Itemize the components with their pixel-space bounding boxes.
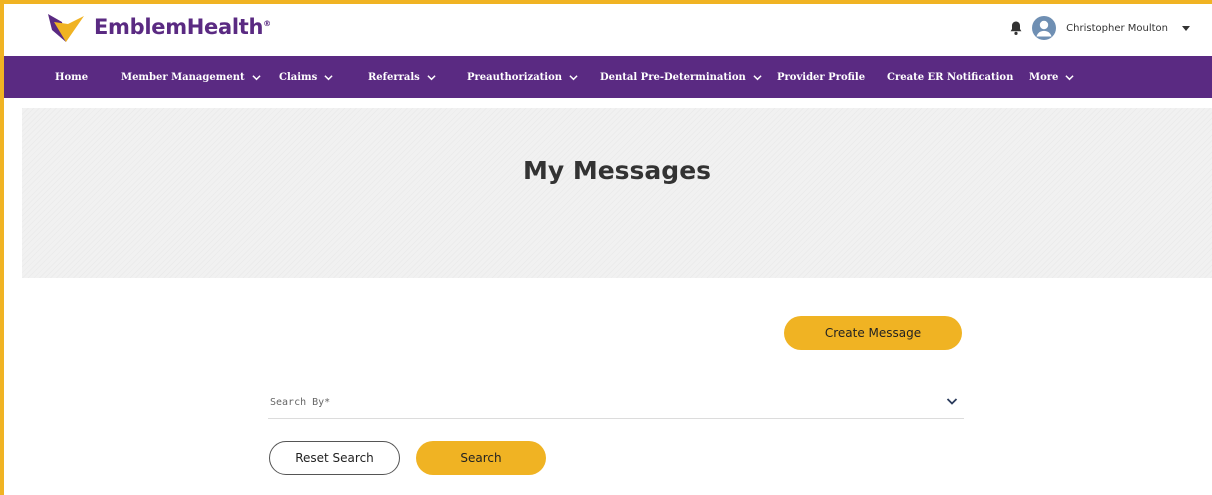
nav-item-label: Referrals <box>368 71 420 83</box>
user-name[interactable]: Christopher Moulton <box>1066 23 1168 34</box>
nav-item-provider-profile[interactable]: Provider Profile <box>777 56 865 98</box>
nav-item-more[interactable]: More <box>1029 56 1074 98</box>
chevron-down-icon <box>1065 74 1074 80</box>
brand-name: EmblemHealth® <box>94 15 271 39</box>
nav-item-claims[interactable]: Claims <box>279 56 333 98</box>
search-button[interactable]: Search <box>416 441 546 475</box>
nav-item-create-er-notification[interactable]: Create ER Notification <box>887 56 1013 98</box>
search-by-placeholder: Search By* <box>270 397 331 408</box>
search-by-select[interactable]: Search By* <box>268 387 964 419</box>
nav-item-label: Member Management <box>121 71 245 83</box>
nav-item-preauthorization[interactable]: Preauthorization <box>467 56 578 98</box>
chevron-down-icon <box>252 74 261 80</box>
nav-item-label: More <box>1029 71 1059 83</box>
chevron-down-icon <box>324 74 333 80</box>
nav-item-dental-pre-determination[interactable]: Dental Pre-Determination <box>600 56 762 98</box>
registered-mark: ® <box>263 19 271 28</box>
nav-item-label: Provider Profile <box>777 71 866 83</box>
page-hero: My Messages <box>22 108 1212 278</box>
user-menu-caret-icon[interactable] <box>1182 25 1190 31</box>
main-nav: Home Member Management Claims Referrals … <box>4 56 1212 98</box>
nav-item-label: Dental Pre-Determination <box>600 71 746 83</box>
top-header: EmblemHealth® Christopher Moulton <box>4 4 1212 56</box>
chevron-down-icon <box>569 74 578 80</box>
user-area: Christopher Moulton <box>1008 16 1190 40</box>
nav-item-member-management[interactable]: Member Management <box>121 56 261 98</box>
avatar[interactable] <box>1032 16 1057 40</box>
chevron-down-icon <box>427 74 436 80</box>
nav-item-home[interactable]: Home <box>55 56 88 98</box>
nav-item-label: Claims <box>279 71 318 83</box>
user-avatar-icon <box>1036 20 1052 37</box>
bell-icon[interactable] <box>1008 20 1024 36</box>
brand-logo[interactable]: EmblemHealth® <box>48 12 271 42</box>
nav-item-label: Preauthorization <box>467 71 563 83</box>
nav-item-referrals[interactable]: Referrals <box>368 56 436 98</box>
nav-item-label: Create ER Notification <box>887 71 1014 83</box>
page-title: My Messages <box>522 156 712 185</box>
nav-item-label: Home <box>55 71 89 83</box>
create-message-button[interactable]: Create Message <box>784 316 962 350</box>
chevron-down-icon <box>753 74 762 80</box>
emblem-logo-icon <box>48 14 84 42</box>
reset-search-button[interactable]: Reset Search <box>269 441 400 475</box>
chevron-down-icon <box>946 398 958 405</box>
